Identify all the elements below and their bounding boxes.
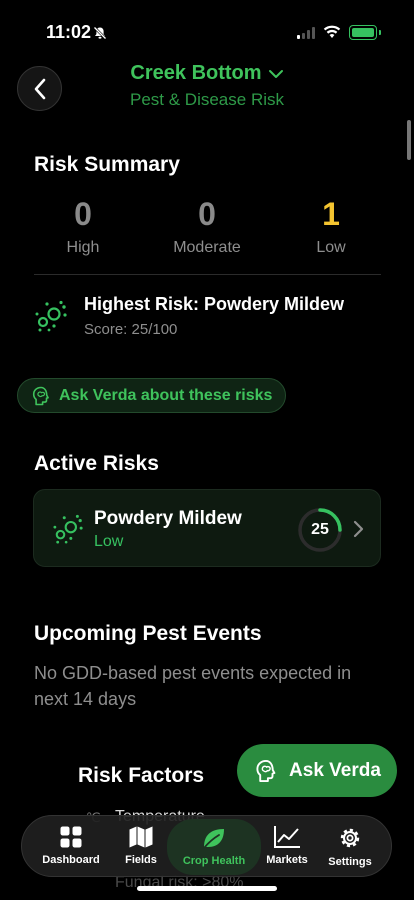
chevron-down-icon	[268, 69, 283, 78]
highest-risk-score: Score: 25/100	[84, 321, 178, 338]
divider	[34, 274, 381, 275]
map-icon	[129, 826, 153, 848]
tab-crop-health[interactable]: Crop Health	[167, 819, 261, 875]
count-low-label: Low	[316, 239, 346, 256]
count-high-label: High	[66, 239, 100, 256]
risk-level: Low	[94, 533, 124, 550]
tab-label: Settings	[328, 856, 372, 868]
risk-summary-heading: Risk Summary	[34, 153, 180, 176]
brain-head-icon	[256, 759, 276, 782]
chevron-right-icon	[353, 520, 364, 538]
cellular-signal-icon	[297, 27, 315, 39]
count-moderate: 0 Moderate	[157, 196, 257, 257]
ask-verda-fab[interactable]: Ask Verda	[237, 744, 397, 797]
ask-pill-label: Ask Verda about these risks	[59, 386, 273, 404]
tab-bar: Dashboard Fields Crop Health Markets Set…	[21, 815, 392, 877]
highest-risk-title: Highest Risk: Powdery Mildew	[84, 294, 345, 314]
status-bar: 11:02	[0, 0, 414, 54]
count-moderate-label: Moderate	[173, 239, 241, 256]
spores-icon	[35, 300, 67, 332]
pest-events-heading: Upcoming Pest Events	[34, 622, 262, 645]
active-risks-heading: Active Risks	[34, 452, 159, 475]
tab-label: Markets	[266, 854, 308, 866]
count-low-value: 1	[322, 196, 340, 232]
gear-icon	[340, 828, 360, 848]
tab-label: Dashboard	[42, 854, 100, 866]
grid-icon	[60, 826, 82, 848]
tab-dashboard[interactable]: Dashboard	[33, 816, 109, 878]
header: Creek Bottom Pest & Disease Risk	[0, 62, 414, 110]
chart-icon	[274, 826, 300, 848]
highest-risk: Highest Risk: Powdery Mildew Score: 25/1…	[34, 292, 394, 342]
page-subtitle: Pest & Disease Risk	[130, 90, 284, 109]
status-time: 11:02	[46, 22, 92, 42]
tab-label: Fields	[125, 854, 157, 866]
leaf-icon	[203, 829, 224, 849]
wifi-icon	[323, 25, 341, 38]
fab-label: Ask Verda	[289, 759, 381, 781]
home-indicator[interactable]	[137, 886, 277, 891]
field-selector[interactable]: Creek Bottom	[130, 62, 283, 85]
risk-score: 25	[311, 521, 329, 538]
risk-card-powdery-mildew[interactable]: Powdery Mildew Low 25	[33, 489, 381, 567]
pest-events-message: No GDD-based pest events expected in nex…	[34, 663, 352, 709]
brain-head-icon	[32, 386, 49, 405]
tab-label: Crop Health	[182, 855, 246, 867]
tab-settings[interactable]: Settings	[312, 816, 388, 878]
risk-name: Powdery Mildew	[94, 508, 242, 529]
risk-counts: 0 High 0 Moderate 1 Low	[0, 196, 414, 266]
ask-verda-risks-button[interactable]: Ask Verda about these risks	[17, 378, 287, 413]
battery-icon	[349, 25, 381, 40]
count-moderate-value: 0	[198, 196, 216, 232]
risk-factors-heading: Risk Factors	[78, 764, 205, 787]
spores-icon	[53, 514, 83, 544]
count-high: 0 High	[33, 196, 133, 257]
count-low: 1 Low	[281, 196, 381, 257]
scrollbar[interactable]	[407, 120, 411, 160]
count-high-value: 0	[74, 196, 92, 232]
bell-slash-icon	[93, 26, 107, 40]
page-title: Creek Bottom	[130, 62, 262, 84]
